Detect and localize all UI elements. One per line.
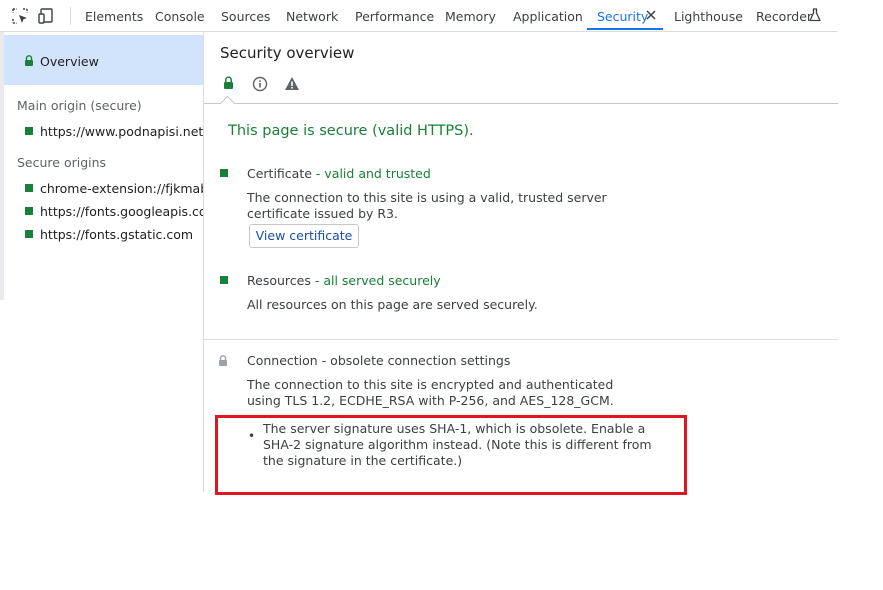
security-sidebar: Overview Main origin (secure) https://ww… <box>4 32 204 492</box>
bullet-marker: • <box>248 429 256 443</box>
toolbar-separator <box>70 7 71 25</box>
resources-separator: - <box>310 273 324 288</box>
tab-console[interactable]: Console <box>155 0 205 31</box>
tab-performance[interactable]: Performance <box>355 0 434 31</box>
section-divider <box>204 339 838 340</box>
resources-title: Resources <box>247 273 311 288</box>
info-icon <box>252 76 268 92</box>
view-certificate-button[interactable]: View certificate <box>249 224 359 248</box>
tab-lighthouse[interactable]: Lighthouse <box>674 0 743 31</box>
secure-indicator <box>25 207 33 215</box>
resources-section-title: Resources - all served securely <box>247 273 441 288</box>
connection-issue-text: The server signature uses SHA-1, which i… <box>263 421 652 468</box>
lock-icon <box>224 76 233 89</box>
tab-network[interactable]: Network <box>286 0 338 31</box>
lock-icon <box>25 55 33 66</box>
devtools-toolbar: Elements Console Sources Network Perform… <box>0 0 838 32</box>
header-divider <box>204 103 838 104</box>
tab-memory[interactable]: Memory <box>445 0 496 31</box>
sidebar-item-origin[interactable]: https://fonts.gstatic.com <box>40 227 193 242</box>
certificate-description: The connection to this site is using a v… <box>247 190 607 221</box>
main-origin-heading: Main origin (secure) <box>17 98 142 113</box>
sidebar-item-origin[interactable]: chrome-extension://fjkmabmdepjfammlplilj… <box>40 181 203 196</box>
resources-status: all served securely <box>323 273 441 288</box>
close-icon[interactable] <box>645 9 657 21</box>
inspect-element-icon[interactable] <box>11 7 29 25</box>
security-summary: This page is secure (valid HTTPS). <box>228 123 474 139</box>
secure-origins-heading: Secure origins <box>17 155 107 170</box>
certificate-section-title: Certificate - valid and trusted <box>247 166 431 181</box>
certificate-status: valid and trusted <box>324 166 431 181</box>
security-main-panel: Security overview This page is secure (v… <box>204 32 838 492</box>
connection-description: The connection to this site is encrypted… <box>247 377 614 408</box>
active-tab-indicator <box>587 28 663 30</box>
secure-indicator <box>220 276 228 284</box>
tab-application[interactable]: Application <box>513 0 583 31</box>
tab-sources[interactable]: Sources <box>221 0 270 31</box>
connection-section-title: Connection - obsolete connection setting… <box>247 353 511 368</box>
certificate-title: Certificate <box>247 166 312 181</box>
sidebar-item-overview[interactable]: Overview <box>4 35 203 85</box>
devtools-panel: Elements Console Sources Network Perform… <box>0 0 838 492</box>
device-toolbar-icon[interactable] <box>38 7 56 25</box>
secure-indicator <box>25 184 33 192</box>
certificate-separator: - <box>311 166 325 181</box>
secure-indicator <box>25 230 33 238</box>
header-pointer <box>219 95 236 112</box>
warning-icon <box>285 77 299 90</box>
tab-elements[interactable]: Elements <box>85 0 143 31</box>
resources-description: All resources on this page are served se… <box>247 297 538 312</box>
tab-recorder[interactable]: Recorder <box>756 0 812 31</box>
secure-indicator <box>25 127 33 135</box>
secure-indicator <box>220 169 228 177</box>
sidebar-item-label: Overview <box>40 54 99 69</box>
tab-security[interactable]: Security <box>597 0 648 31</box>
sidebar-item-origin[interactable]: https://fonts.googleapis.com <box>40 204 203 219</box>
page-title: Security overview <box>220 44 355 62</box>
sidebar-item-main-origin[interactable]: https://www.podnapisi.net <box>40 124 203 139</box>
flask-icon <box>809 8 821 22</box>
lock-icon <box>219 355 227 366</box>
